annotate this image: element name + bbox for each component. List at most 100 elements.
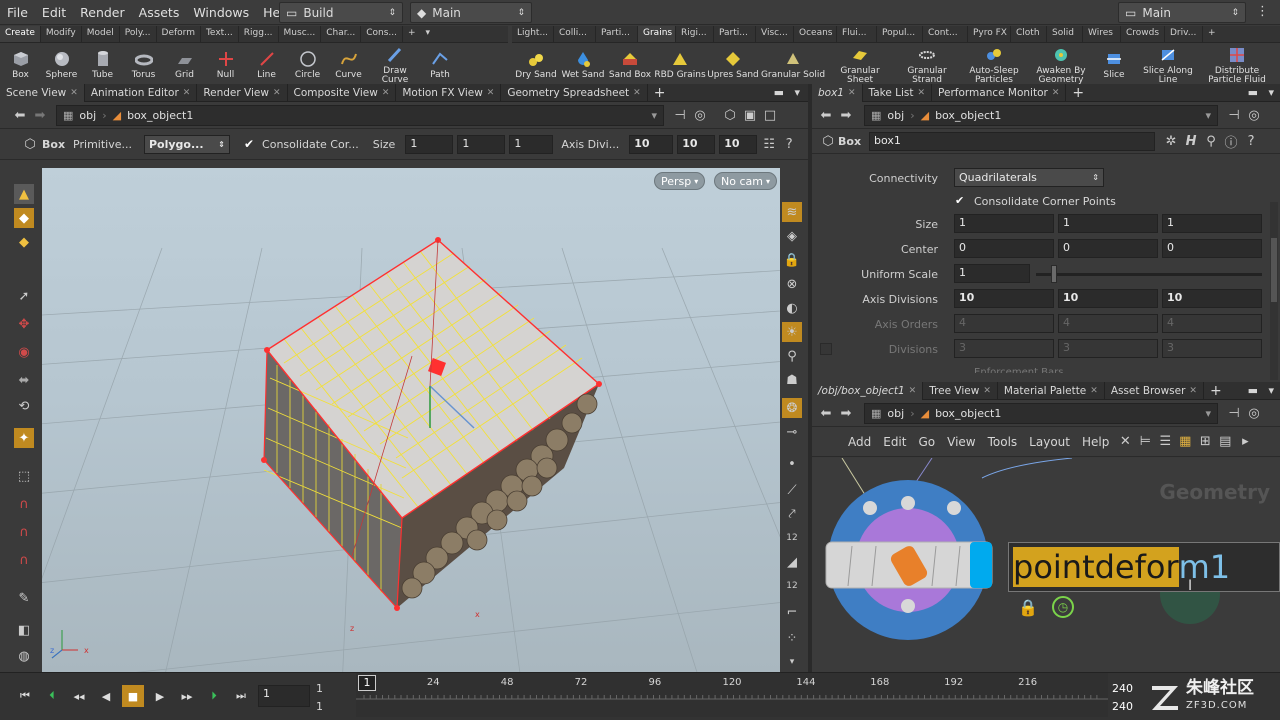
menu-assets[interactable]: Assets (132, 5, 187, 20)
tool-box[interactable]: Box (0, 49, 41, 80)
label-12-icon[interactable]: 12 (782, 528, 802, 548)
path-node[interactable]: box_object1 (935, 109, 1001, 122)
shelf-tab-texture[interactable]: Text... (201, 26, 239, 42)
grid-display-icon[interactable]: ⁘ (782, 628, 802, 648)
divisions-x-field[interactable]: 3 (954, 339, 1054, 358)
magnet2-icon[interactable]: ∩ (14, 522, 34, 542)
shelf-tab-deform[interactable]: Deform (157, 26, 201, 42)
path-root[interactable]: obj (887, 109, 904, 122)
expand-right-icon[interactable]: ▸ (1235, 432, 1255, 452)
axisdiv-x-field[interactable]: 10 (954, 289, 1054, 308)
viewport-3d[interactable]: x z z x Persp ▾ No cam ▾ (42, 168, 780, 672)
shelf-add-icon[interactable]: + (403, 26, 421, 42)
divisions-z-field[interactable]: 3 (1162, 339, 1262, 358)
playhead[interactable]: 1 (358, 675, 376, 691)
tool-path[interactable]: Path (421, 49, 459, 80)
tree-icon[interactable]: ⊨ (1135, 432, 1155, 452)
shelf-tab-solid[interactable]: Solid (1047, 26, 1083, 42)
persp-button[interactable]: Persp ▾ (654, 172, 706, 190)
net-menu-go[interactable]: Go (912, 435, 941, 449)
params-path[interactable]: ▦ obj › ◢ box_object1 ▾ (864, 104, 1218, 126)
back-arrow-icon[interactable]: ⬅ (816, 403, 836, 423)
forward-arrow-icon[interactable]: ➡ (836, 403, 856, 423)
net-menu-layout[interactable]: Layout (1023, 435, 1076, 449)
collapse-icon[interactable]: ▾ (782, 652, 802, 672)
rotate-tool-icon[interactable]: ◉ (14, 342, 34, 362)
shelf-tab-constraints[interactable]: Cons... (361, 26, 403, 42)
shelf-tab-create[interactable]: Create (0, 26, 41, 42)
color-palette-icon[interactable]: ▦ (1175, 432, 1195, 452)
add-tab-icon[interactable]: + (1204, 382, 1228, 400)
tool-slice-along-line[interactable]: Slice Along Line (1134, 45, 1202, 85)
ghost-icon[interactable]: ⊗ (782, 274, 802, 294)
shelf-tab-cloth[interactable]: Cloth (1011, 26, 1047, 42)
size-y-field[interactable]: 1 (457, 134, 506, 154)
lock-icon[interactable]: 🔒 (782, 250, 802, 270)
shelf-tab-muscles[interactable]: Musc... (279, 26, 322, 42)
forward-arrow-icon[interactable]: ➡ (30, 105, 50, 125)
vertex-icon[interactable]: ◢ (782, 552, 802, 572)
tool-grid[interactable]: Grid (164, 49, 205, 80)
tool-rbd-grains[interactable]: RBD Grains (654, 49, 706, 80)
net-menu-help[interactable]: Help (1076, 435, 1115, 449)
wrench-icon[interactable]: ✕ (1115, 432, 1135, 452)
gear-icon[interactable]: ✲ (1161, 131, 1181, 151)
shading-icon[interactable]: ◐ (782, 298, 802, 318)
path-root[interactable]: obj (79, 109, 96, 122)
step-forward-icon[interactable]: ▸▸ (176, 685, 198, 707)
close-icon[interactable]: ✕ (918, 88, 926, 98)
tool-circle[interactable]: Circle (287, 49, 328, 80)
tab-box1[interactable]: box1 ✕ (812, 83, 863, 102)
menu-edit[interactable]: Edit (35, 5, 73, 20)
normal-icon[interactable]: ⤤ (782, 504, 802, 524)
axisdiv-y-field[interactable]: 10 (677, 134, 716, 154)
viewer-path[interactable]: ▦ obj › ◢ box_object1 ▾ (56, 104, 664, 126)
add-tab-icon[interactable]: + (1066, 84, 1090, 102)
clock-icon[interactable]: ◷ (1052, 596, 1074, 618)
tool-line[interactable]: Line (246, 49, 287, 80)
tab-take-list[interactable]: Take List ✕ (863, 83, 933, 102)
shelf-tab-oceans[interactable]: Oceans (794, 26, 837, 42)
net-menu-edit[interactable]: Edit (877, 435, 912, 449)
tool-draw-curve[interactable]: Draw Curve (369, 45, 421, 85)
close-icon[interactable]: ✕ (70, 88, 78, 98)
chevron-down-icon[interactable]: ▾ (1205, 407, 1211, 420)
chevron-down-icon[interactable]: ▾ (1205, 109, 1211, 122)
shelf-tab-poly[interactable]: Poly... (120, 26, 157, 42)
net-menu-view[interactable]: View (941, 435, 981, 449)
chevron-down-icon[interactable]: ▾ (651, 109, 657, 122)
axisdiv-x-field[interactable]: 10 (629, 134, 674, 154)
play-icon[interactable]: ▶ (149, 685, 171, 707)
shelf-tab-particles[interactable]: Parti... (596, 26, 638, 42)
center-y-field[interactable]: 0 (1058, 239, 1158, 258)
shelf-tab-drive[interactable]: Driv... (1165, 26, 1203, 42)
shelf-tab-pyrofx[interactable]: Pyro FX (968, 26, 1011, 42)
size-x-field[interactable]: 1 (405, 134, 454, 154)
shelf-tab-populate[interactable]: Popul... (877, 26, 923, 42)
close-icon[interactable]: ✕ (983, 386, 991, 396)
snapshot-icon[interactable]: □ (760, 105, 780, 125)
add-tab-icon[interactable]: + (648, 84, 672, 102)
desktop-selector[interactable]: ▭ Build ⇕ (279, 2, 403, 23)
shelf-tab-modify[interactable]: Modify (41, 26, 82, 42)
shelf-tab-collisions[interactable]: Colli... (554, 26, 596, 42)
tab-animation-editor[interactable]: Animation Editor ✕ (85, 83, 198, 102)
view-icon[interactable]: ◧ (14, 620, 34, 640)
link-icon[interactable]: ◎ (1244, 105, 1264, 125)
tab-material-palette[interactable]: Material Palette ✕ (998, 382, 1105, 400)
shelf-tab-model[interactable]: Model (82, 26, 120, 42)
render-icon[interactable]: ❂ (782, 398, 802, 418)
shelf-tab-characters[interactable]: Char... (321, 26, 362, 42)
shelf-menu-icon[interactable]: ▾ (421, 26, 436, 42)
tool-distribute-particle-fluid[interactable]: Distribute Particle Fluid (1202, 45, 1272, 85)
move-tool-icon[interactable]: ✥ (14, 314, 34, 334)
menu-render[interactable]: Render (73, 5, 132, 20)
uniform-scale-slider-thumb[interactable] (1051, 265, 1058, 283)
tool-upres-sand[interactable]: Upres Sand (706, 49, 760, 80)
jump-start-icon[interactable]: ⏮ (14, 685, 36, 707)
pin-icon[interactable]: ⊣ (1224, 105, 1244, 125)
axis-orders-x-field[interactable]: 4 (954, 314, 1054, 333)
close-icon[interactable]: ✕ (273, 88, 281, 98)
tool-awaken[interactable]: Awaken By Geometry (1028, 45, 1094, 85)
close-icon[interactable]: ✕ (1052, 88, 1060, 98)
